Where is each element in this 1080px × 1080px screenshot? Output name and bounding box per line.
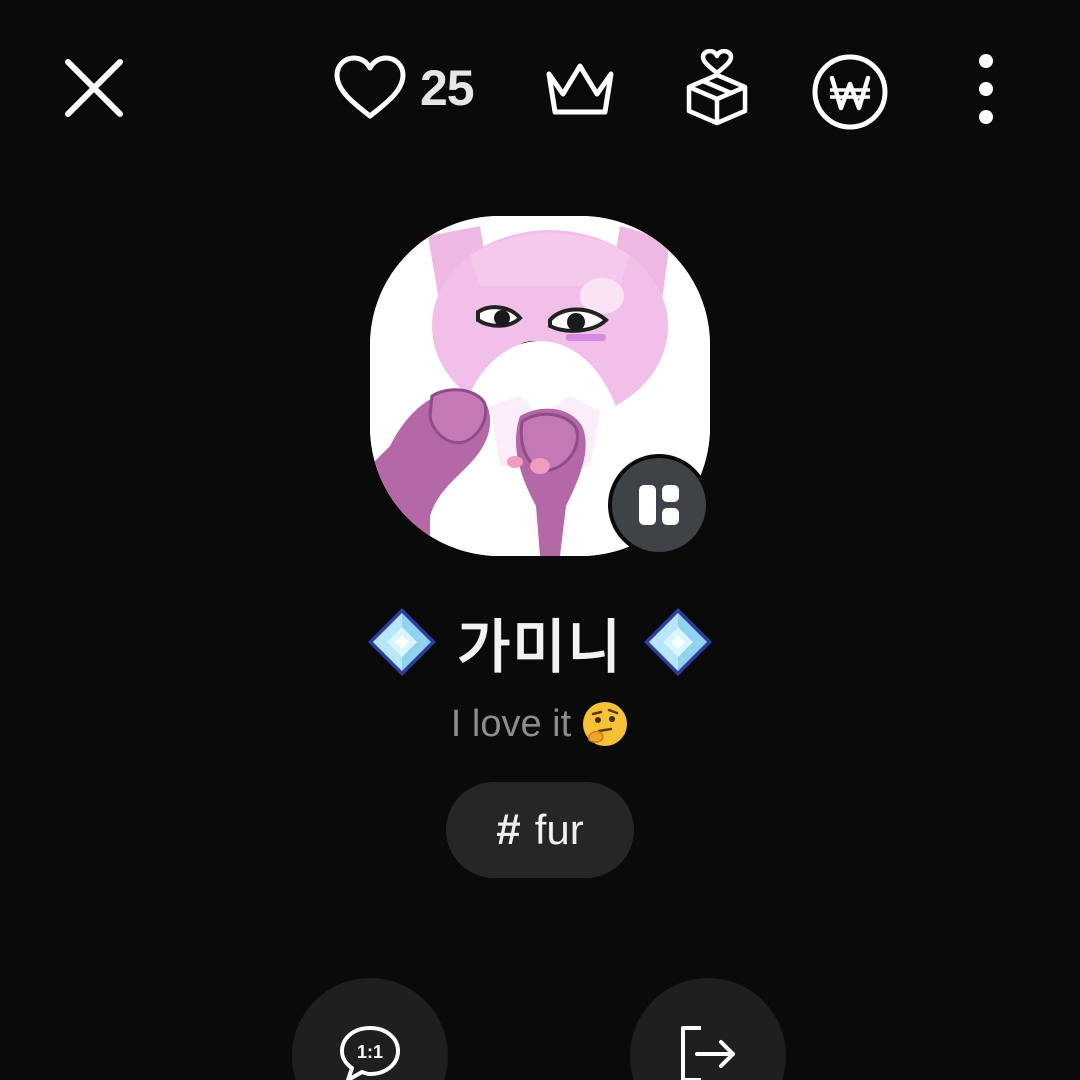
crown-button[interactable] [540, 52, 620, 128]
more-vertical-icon [979, 54, 993, 124]
tag-chip-fur[interactable]: # fur [446, 782, 634, 878]
one-to-one-chat-button[interactable]: 1:1 [292, 978, 448, 1080]
diamond-gem-icon [644, 608, 713, 676]
profile-screen: 25 가미니 I love it # fur 1:1 [0, 0, 1080, 1080]
gift-box-heart-icon [686, 49, 748, 126]
profile-name: 가미니 [456, 615, 624, 680]
profile-badge-button[interactable] [608, 454, 710, 556]
currency-button[interactable] [808, 50, 892, 134]
avatar-container [370, 216, 710, 556]
close-button[interactable] [58, 52, 130, 124]
tag-label: fur [534, 806, 584, 853]
status-message: I love it [450, 702, 572, 745]
diamond-gem-icon [367, 608, 436, 676]
profile-layout-icon [639, 485, 679, 525]
like-count: 25 [420, 60, 475, 116]
gift-button[interactable] [680, 46, 754, 130]
like-button[interactable]: 25 [332, 50, 475, 126]
more-options-button[interactable] [960, 46, 1012, 132]
crown-icon [546, 63, 614, 115]
thinking-face-emoji [583, 702, 628, 746]
heart-outline-icon [334, 55, 406, 119]
profile-name-row: 가미니 [0, 600, 1080, 684]
exit-icon [681, 1026, 735, 1080]
one-to-one-chat-icon: 1:1 [340, 1026, 400, 1080]
close-icon [65, 59, 123, 117]
status-message-row: I love it [0, 700, 1080, 748]
hashtag-icon: # [496, 805, 521, 854]
chat-glyph-text: 1:1 [357, 1042, 383, 1062]
exit-button[interactable] [630, 978, 786, 1080]
won-coin-icon [812, 54, 888, 130]
